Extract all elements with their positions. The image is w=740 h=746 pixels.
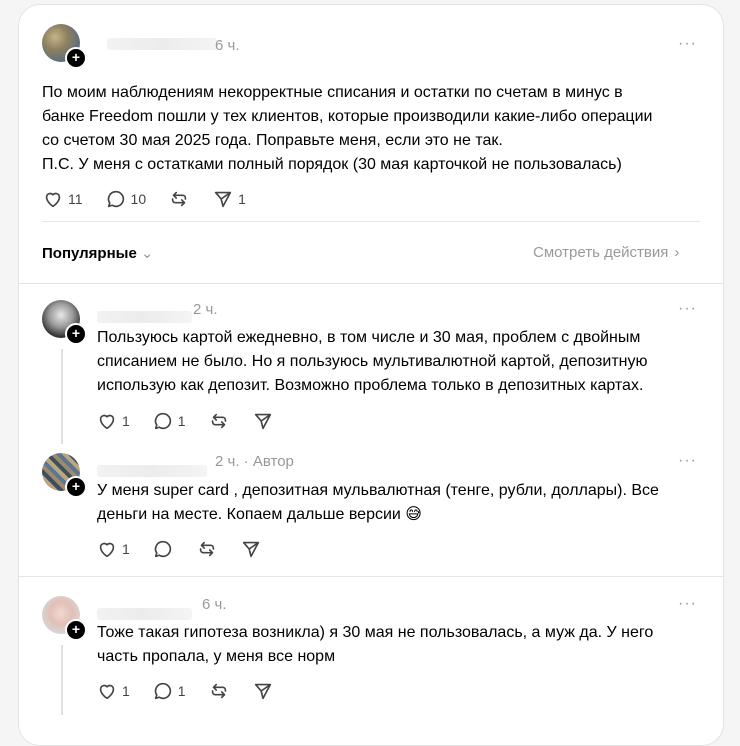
thread-card: + 6 ч. ··· По моим наблюдениям некоррект… xyxy=(18,4,724,746)
section-divider xyxy=(19,283,723,284)
like-count: 11 xyxy=(68,191,83,207)
follow-plus-icon[interactable]: + xyxy=(65,619,87,641)
post-text: По моим наблюдениям некорректные списани… xyxy=(42,81,702,177)
share-button[interactable] xyxy=(252,410,274,432)
author-name-redacted[interactable] xyxy=(107,38,217,50)
reply-actions: 1 1 xyxy=(96,410,296,432)
share-button[interactable]: 1 xyxy=(212,188,246,210)
post-text-line: со счетом 30 мая 2025 года. Поправьте ме… xyxy=(42,132,503,149)
reply-time: 2 ч. xyxy=(193,301,218,318)
reply-text-line: списанием не было. Но я пользуюсь мульти… xyxy=(97,353,648,370)
reply-button[interactable] xyxy=(152,538,174,560)
post-text-line: П.С. У меня с остатками полный порядок (… xyxy=(42,156,622,173)
author-tag: Автор xyxy=(252,453,294,470)
reply-actions: 1 xyxy=(96,538,284,560)
reply-actions: 1 1 xyxy=(96,680,296,702)
repost-icon xyxy=(211,413,226,429)
reply-count: 10 xyxy=(130,191,147,207)
comment-icon xyxy=(154,540,171,558)
view-activity-link[interactable]: Смотреть действия › xyxy=(533,244,679,261)
thread-line xyxy=(61,349,63,444)
reply-text: Пользуюсь картой ежедневно, в том числе … xyxy=(97,326,697,398)
repost-button[interactable] xyxy=(196,538,218,560)
heart-icon xyxy=(99,414,115,430)
heart-icon xyxy=(99,684,115,700)
section-divider xyxy=(42,221,700,222)
reply-text-line: деньги на месте. Копаем дальше версии 😅 xyxy=(97,506,422,523)
send-icon xyxy=(254,413,271,430)
sort-dropdown[interactable]: Популярные ⌄ xyxy=(42,244,153,262)
share-button[interactable] xyxy=(252,680,274,702)
thread-line xyxy=(61,645,63,715)
comment-icon xyxy=(154,412,171,430)
repost-button[interactable] xyxy=(208,680,230,702)
post-text-line: По моим наблюдениям некорректные списани… xyxy=(42,84,623,101)
reply-button[interactable]: 1 xyxy=(152,410,186,432)
section-divider xyxy=(19,576,723,577)
reply-count: 1 xyxy=(177,413,186,429)
send-icon xyxy=(254,683,271,700)
reply-text: Тоже такая гипотеза возникла) я 30 мая н… xyxy=(97,621,697,669)
follow-plus-icon[interactable]: + xyxy=(65,323,87,345)
separator-dot: · xyxy=(243,453,253,470)
share-button[interactable] xyxy=(240,538,262,560)
like-button[interactable]: 11 xyxy=(42,188,83,210)
chevron-down-icon: ⌄ xyxy=(140,245,154,262)
reply-author-redacted[interactable] xyxy=(97,608,192,620)
send-icon xyxy=(214,191,232,208)
like-count: 1 xyxy=(122,683,130,699)
reply-text-line: У меня super card , депозитная мульвалют… xyxy=(97,482,659,499)
like-count: 1 xyxy=(122,541,130,557)
sort-label: Популярные xyxy=(42,245,137,262)
reply-count: 1 xyxy=(177,683,186,699)
reply-text-line: использую как депозит. Возможно проблема… xyxy=(97,377,644,394)
reply-time-value: 2 ч. xyxy=(215,453,240,470)
like-count: 1 xyxy=(122,413,130,429)
reply-text-line: часть пропала, у меня все норм xyxy=(97,648,336,665)
view-activity-label: Смотреть действия xyxy=(533,244,669,261)
like-button[interactable]: 1 xyxy=(96,680,130,702)
send-icon xyxy=(242,541,259,558)
reply-button[interactable]: 1 xyxy=(152,680,186,702)
heart-icon xyxy=(45,192,61,208)
repost-button[interactable] xyxy=(168,188,190,210)
chevron-right-icon: › xyxy=(674,244,680,261)
reply-button[interactable]: 10 xyxy=(105,188,147,210)
post-text-line: банке Freedom пошли у тех клиентов, кото… xyxy=(42,108,653,125)
comment-icon xyxy=(107,190,124,208)
reply-more-icon[interactable]: ··· xyxy=(678,595,697,613)
reply-text-line: Тоже такая гипотеза возникла) я 30 мая н… xyxy=(97,624,654,641)
repost-icon xyxy=(199,541,215,557)
post-actions: 11 10 1 xyxy=(42,188,268,210)
reply-more-icon[interactable]: ··· xyxy=(678,452,697,470)
heart-icon xyxy=(99,542,115,558)
post-time: 6 ч. xyxy=(215,37,240,54)
comment-icon xyxy=(154,682,171,700)
share-count: 1 xyxy=(238,191,246,207)
like-button[interactable]: 1 xyxy=(96,410,130,432)
reply-time: 2 ч. · Автор xyxy=(215,453,294,470)
reply-more-icon[interactable]: ··· xyxy=(678,300,697,318)
repost-icon xyxy=(171,191,187,207)
reply-author-redacted[interactable] xyxy=(97,465,207,477)
reply-text: У меня super card , депозитная мульвалют… xyxy=(97,479,697,527)
reply-time: 6 ч. xyxy=(202,596,227,613)
reply-author-redacted[interactable] xyxy=(97,311,192,323)
repost-icon xyxy=(211,683,226,699)
follow-plus-icon[interactable]: + xyxy=(65,476,87,498)
reply-text-line: Пользуюсь картой ежедневно, в том числе … xyxy=(97,329,641,346)
like-button[interactable]: 1 xyxy=(96,538,130,560)
repost-button[interactable] xyxy=(208,410,230,432)
post-more-icon[interactable]: ··· xyxy=(678,35,697,53)
follow-plus-icon[interactable]: + xyxy=(65,47,87,69)
